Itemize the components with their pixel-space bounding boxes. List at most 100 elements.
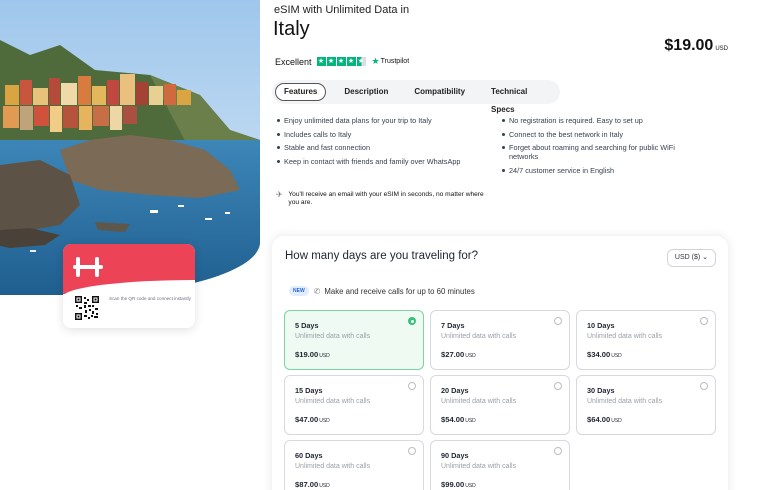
feature-item: No registration is required. Easy to set… — [501, 116, 701, 125]
qr-code-icon — [75, 296, 99, 320]
plan-price: $34.00USD — [587, 350, 622, 359]
rating-label: Excellent — [275, 56, 312, 67]
currency-select-value: USD ($) — [674, 254, 701, 261]
half-star-icon: ★ — [356, 57, 366, 66]
plan-price-value: $99.00 — [441, 480, 465, 489]
product-subtitle: eSIM with Unlimited Data in — [274, 4, 410, 16]
trustpilot-rating[interactable]: Excellent ★ ★ ★ ★ ★ ★ Trustpilot — [275, 56, 409, 67]
plan-option-20-days[interactable]: 20 Days Unlimited data with calls $54.00… — [430, 375, 570, 435]
plan-price: $19.00USD — [295, 350, 330, 359]
plan-price-value: $64.00 — [587, 415, 611, 424]
plan-price-value: $47.00 — [295, 415, 319, 424]
star-icon: ★ — [346, 57, 356, 66]
feature-item: 24/7 customer service in English — [501, 166, 701, 175]
feature-item: Enjoy unlimited data plans for your trip… — [276, 116, 496, 125]
trustpilot-logo: ★ Trustpilot — [372, 56, 410, 67]
product-price: $19.00 USD — [664, 37, 728, 55]
rating-stars: ★ ★ ★ ★ ★ — [316, 57, 367, 66]
currency-select[interactable]: USD ($) ⌄ — [666, 249, 716, 267]
radio-icon[interactable] — [554, 317, 562, 325]
holafly-logo-icon — [73, 257, 103, 277]
plan-option-7-days[interactable]: 7 Days Unlimited data with calls $27.00U… — [430, 310, 570, 370]
plan-name: 10 Days — [587, 321, 615, 330]
plan-description: Unlimited data with calls — [441, 463, 517, 470]
plan-price-currency: USD — [319, 483, 330, 489]
plan-price-value: $34.00 — [587, 350, 611, 359]
radio-icon[interactable] — [554, 382, 562, 390]
plan-price: $64.00USD — [587, 415, 622, 424]
price-currency: USD — [715, 46, 728, 52]
tab-features[interactable]: Features — [275, 83, 327, 101]
feature-item: Stable and fast connection — [276, 143, 496, 152]
star-icon: ★ — [336, 57, 346, 66]
plan-name: 90 Days — [441, 451, 469, 460]
trustpilot-star-icon: ★ — [371, 56, 380, 66]
plan-option-10-days[interactable]: 10 Days Unlimited data with calls $34.00… — [576, 310, 716, 370]
email-delivery-note: ✈ You'll receive an email with your eSIM… — [276, 191, 496, 207]
plan-name: 7 Days — [441, 321, 465, 330]
plan-option-15-days[interactable]: 15 Days Unlimited data with calls $47.00… — [284, 375, 424, 435]
plan-price-currency: USD — [465, 353, 476, 359]
plan-price: $99.00USD — [441, 480, 476, 489]
plan-price-currency: USD — [611, 353, 622, 359]
plan-name: 30 Days — [587, 386, 615, 395]
plan-description: Unlimited data with calls — [295, 463, 371, 470]
plan-price: $27.00USD — [441, 350, 476, 359]
trustpilot-label: Trustpilot — [380, 58, 410, 65]
phone-icon: ✆ — [313, 286, 321, 296]
calls-promo: NEW ✆ Make and receive calls for up to 6… — [289, 286, 475, 296]
radio-icon[interactable] — [554, 447, 562, 455]
plan-price-currency: USD — [465, 418, 476, 424]
plan-price-currency: USD — [611, 418, 622, 424]
days-selection-panel: How many days are you traveling for? USD… — [272, 236, 728, 490]
email-note-text: You'll receive an email with your eSIM i… — [288, 191, 484, 206]
feature-item: Forget about roaming and searching for p… — [501, 143, 701, 161]
plan-price: $47.00USD — [295, 415, 330, 424]
tab-compatibility[interactable]: Compatibility — [406, 83, 473, 101]
paper-plane-icon: ✈ — [276, 190, 283, 199]
plan-price-currency: USD — [465, 483, 476, 489]
radio-icon[interactable] — [408, 382, 416, 390]
plan-description: Unlimited data with calls — [295, 398, 371, 405]
plan-name: 20 Days — [441, 386, 469, 395]
star-icon: ★ — [326, 57, 336, 66]
plan-description: Unlimited data with calls — [587, 398, 663, 405]
chevron-down-icon: ⌄ — [700, 254, 708, 261]
radio-icon[interactable] — [700, 317, 708, 325]
days-question: How many days are you traveling for? — [285, 250, 479, 262]
plan-price-value: $87.00 — [295, 480, 319, 489]
plan-price-currency: USD — [319, 353, 330, 359]
plan-option-30-days[interactable]: 30 Days Unlimited data with calls $64.00… — [576, 375, 716, 435]
plan-price-value: $19.00 — [295, 350, 319, 359]
star-icon: ★ — [316, 57, 326, 66]
plan-price-value: $54.00 — [441, 415, 465, 424]
qr-instructions: Scan the QR code and connect instantly — [109, 296, 191, 301]
features-list-left: Enjoy unlimited data plans for your trip… — [276, 116, 496, 170]
plan-option-5-days[interactable]: 5 Days Unlimited data with calls $19.00U… — [284, 310, 424, 370]
tab-description[interactable]: Description — [336, 83, 396, 101]
plan-name: 60 Days — [295, 451, 323, 460]
new-badge: NEW — [289, 286, 309, 296]
plan-option-90-days[interactable]: 90 Days Unlimited data with calls $99.00… — [430, 440, 570, 490]
esim-card-preview: Scan the QR code and connect instantly — [63, 244, 195, 328]
plan-price-value: $27.00 — [441, 350, 465, 359]
features-list-right: No registration is required. Easy to set… — [501, 116, 701, 179]
plan-description: Unlimited data with calls — [587, 333, 663, 340]
plan-description: Unlimited data with calls — [441, 398, 517, 405]
feature-item: Connect to the best network in Italy — [501, 130, 701, 139]
radio-icon[interactable] — [700, 382, 708, 390]
tab-technical-specs[interactable]: Technical Specs — [483, 83, 550, 114]
feature-item: Includes calls to Italy — [276, 130, 496, 139]
price-value: $19.00 — [664, 37, 714, 54]
hero-section: Scan the QR code and connect instantly — [0, 0, 260, 490]
plan-price: $54.00USD — [441, 415, 476, 424]
page-title: Italy — [273, 18, 310, 40]
radio-selected-icon[interactable] — [408, 317, 416, 325]
plan-option-60-days[interactable]: 60 Days Unlimited data with calls $87.00… — [284, 440, 424, 490]
plan-price-currency: USD — [319, 418, 330, 424]
plan-description: Unlimited data with calls — [295, 333, 371, 340]
radio-icon[interactable] — [408, 447, 416, 455]
plan-name: 15 Days — [295, 386, 323, 395]
feature-item: Keep in contact with friends and family … — [276, 157, 496, 166]
plan-name: 5 Days — [295, 321, 319, 330]
